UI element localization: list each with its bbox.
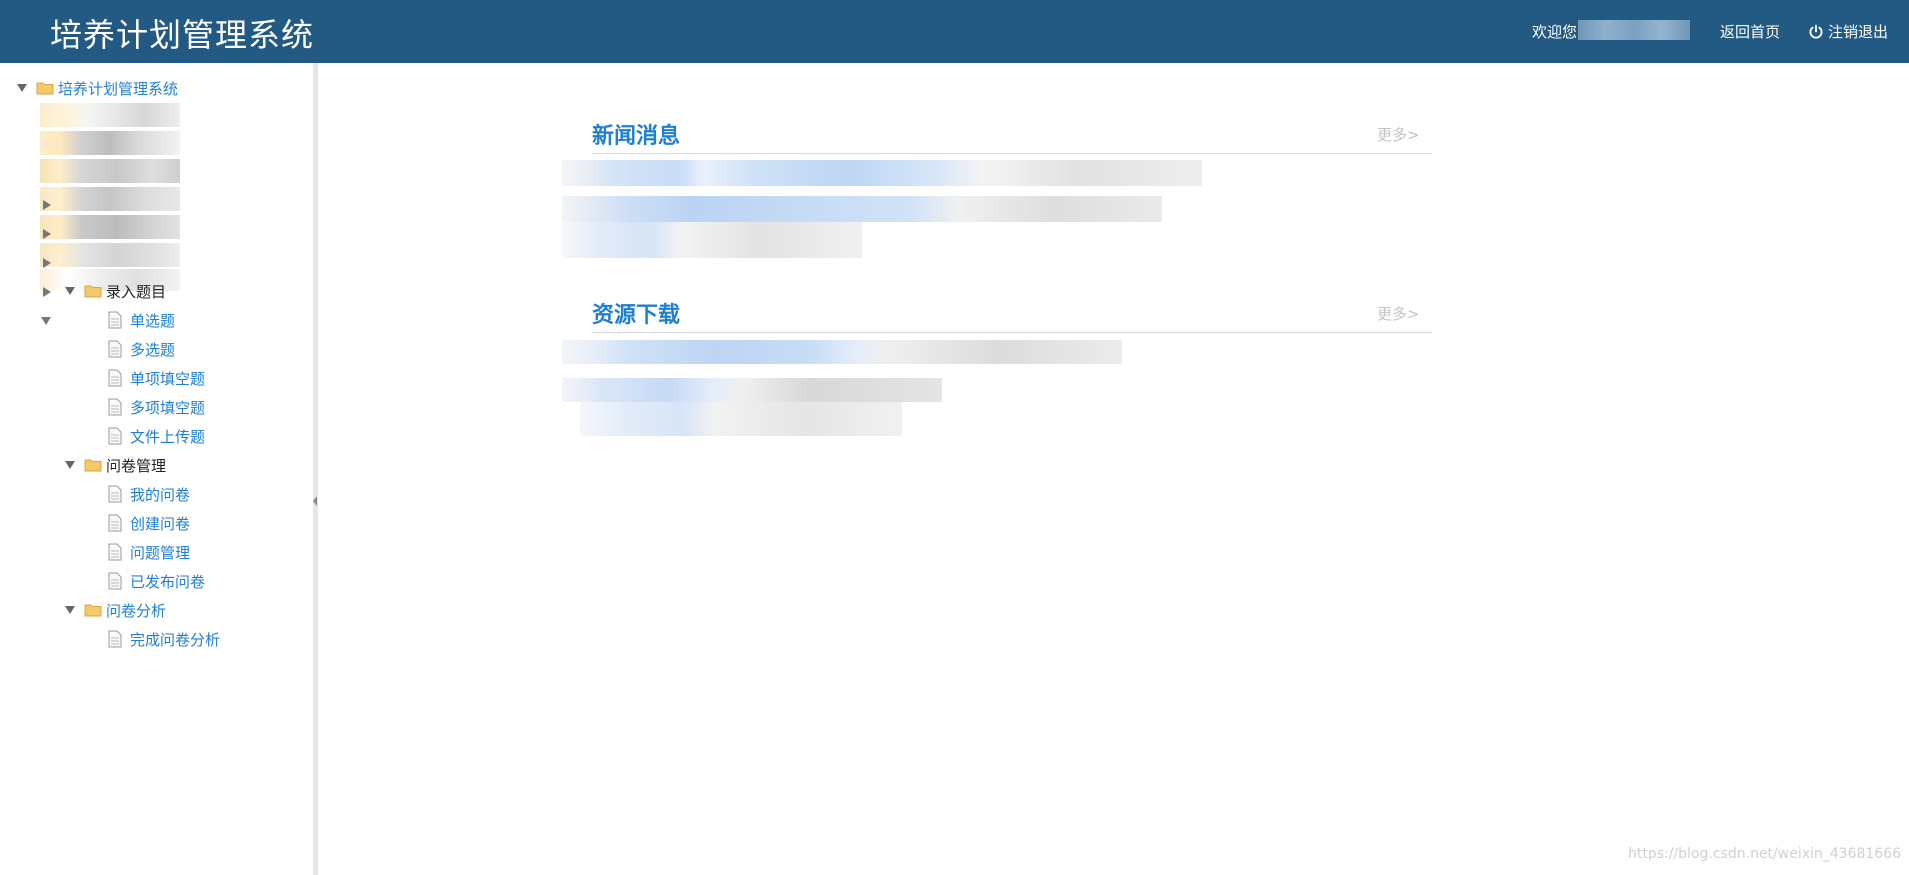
tree-item-multi-blank[interactable]: 多项填空题 — [108, 396, 205, 418]
redacted-tree-row — [40, 159, 180, 183]
file-icon — [108, 485, 122, 503]
redacted-tree-row — [40, 215, 180, 239]
logout-label: 注销退出 — [1828, 23, 1889, 41]
power-icon — [1809, 24, 1823, 38]
logout-link[interactable]: 注销退出 — [1808, 21, 1888, 42]
tree-item-label: 创建问卷 — [130, 514, 191, 533]
tree-item-label: 问题管理 — [130, 543, 191, 562]
download-item-redacted[interactable] — [562, 378, 942, 402]
expanded-triangle-icon — [65, 287, 75, 295]
tree-group-enter-questions[interactable]: 录入题目 — [64, 280, 166, 302]
folder-open-icon — [36, 82, 54, 95]
redacted-tree-row — [40, 187, 180, 211]
tree-item-published-surveys[interactable]: 已发布问卷 — [108, 570, 205, 592]
expanded-triangle-icon — [65, 461, 75, 469]
tree-item-multi-choice[interactable]: 多选题 — [108, 338, 175, 360]
file-icon — [108, 630, 122, 648]
collapsed-triangle-icon — [43, 200, 51, 210]
expanded-triangle-icon — [65, 606, 75, 614]
home-link[interactable]: 返回首页 — [1720, 21, 1780, 42]
tree-group-survey-analysis[interactable]: 问卷分析 — [64, 599, 166, 621]
tree-item-label: 单选题 — [130, 311, 176, 330]
news-section-title: 新闻消息 — [592, 124, 681, 149]
tree-item-question-management[interactable]: 问题管理 — [108, 541, 190, 563]
tree-item-label: 文件上传题 — [130, 427, 206, 446]
downloads-divider — [592, 332, 1432, 333]
tree-root[interactable]: 培养计划管理系统 — [16, 77, 178, 99]
username-redacted — [1578, 20, 1690, 40]
tree-item-single-blank[interactable]: 单项填空题 — [108, 367, 205, 389]
sidebar-tree: 培养计划管理系统 录入题目 单选题 多选题 单项填空题 多项填空题 文件上传题 — [0, 63, 313, 875]
download-item-redacted[interactable] — [580, 402, 902, 436]
file-icon — [108, 543, 122, 561]
file-icon — [108, 369, 122, 387]
tree-group-label: 问卷管理 — [106, 456, 167, 475]
folder-open-icon — [84, 604, 102, 617]
expanded-triangle-icon — [41, 317, 51, 325]
news-item-redacted[interactable] — [562, 222, 862, 258]
tree-group-label: 问卷分析 — [106, 601, 167, 620]
news-item-redacted[interactable] — [562, 160, 1202, 186]
file-icon — [108, 427, 122, 445]
news-more-link[interactable]: 更多> — [1377, 124, 1420, 145]
welcome-text: 欢迎您 — [1532, 23, 1578, 41]
app-title: 培养计划管理系统 — [50, 16, 315, 54]
file-icon — [108, 311, 122, 329]
tree-item-label: 多选题 — [130, 340, 176, 359]
tree-root-label: 培养计划管理系统 — [58, 79, 179, 98]
tree-group-survey-management[interactable]: 问卷管理 — [64, 454, 166, 476]
file-icon — [108, 398, 122, 416]
collapsed-triangle-icon — [43, 229, 51, 239]
news-divider — [592, 153, 1432, 154]
downloads-section-title: 资源下载 — [592, 303, 681, 328]
file-icon — [108, 572, 122, 590]
folder-open-icon — [84, 459, 102, 472]
file-icon — [108, 340, 122, 358]
collapsed-triangle-icon — [43, 258, 51, 268]
sidebar-splitter[interactable] — [313, 63, 318, 875]
tree-item-label: 已发布问卷 — [130, 572, 206, 591]
file-icon — [108, 514, 122, 532]
news-item-redacted[interactable] — [562, 196, 1162, 222]
redacted-tree-row — [40, 243, 180, 267]
expanded-triangle-icon — [17, 84, 27, 92]
download-item-redacted[interactable] — [562, 340, 1122, 364]
tree-item-label: 多项填空题 — [130, 398, 206, 417]
tree-item-label: 单项填空题 — [130, 369, 206, 388]
downloads-more-link[interactable]: 更多> — [1377, 303, 1420, 324]
redacted-tree-row — [40, 131, 180, 155]
tree-group-label: 录入题目 — [106, 282, 167, 301]
top-header-bar: 培养计划管理系统 欢迎您 返回首页 注销退出 — [0, 0, 1909, 63]
tree-item-single-choice[interactable]: 单选题 — [108, 309, 175, 331]
tree-item-my-surveys[interactable]: 我的问卷 — [108, 483, 190, 505]
collapsed-triangle-icon — [43, 287, 51, 297]
folder-open-icon — [84, 285, 102, 298]
tree-item-label: 完成问卷分析 — [130, 630, 221, 649]
watermark-text: https://blog.csdn.net/weixin_43681666 — [1628, 846, 1902, 862]
collapse-arrow-icon[interactable] — [313, 496, 318, 506]
tree-item-file-upload[interactable]: 文件上传题 — [108, 425, 205, 447]
redacted-tree-row — [40, 103, 180, 127]
tree-item-complete-analysis[interactable]: 完成问卷分析 — [108, 628, 220, 650]
tree-item-label: 我的问卷 — [130, 485, 191, 504]
tree-item-create-survey[interactable]: 创建问卷 — [108, 512, 190, 534]
